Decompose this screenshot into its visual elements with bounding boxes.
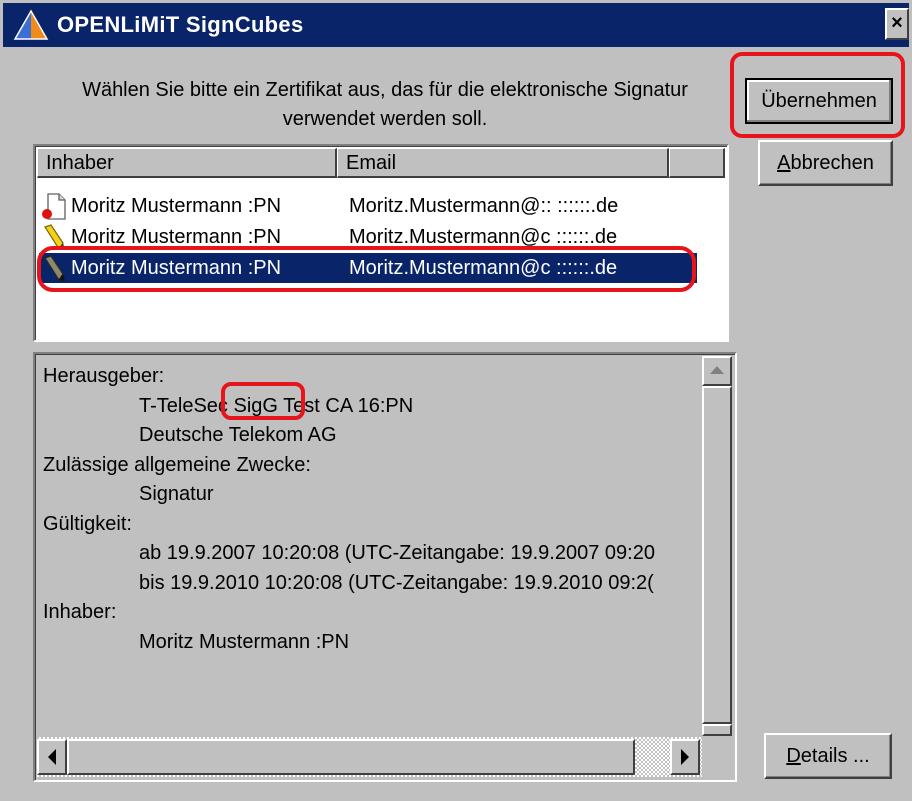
details-text: Herausgeber: T-TeleSec SigG Test CA 16:P…	[43, 362, 703, 657]
scrollbar-corner	[702, 737, 732, 777]
arrow-left-icon	[48, 749, 56, 765]
signature-pen-icon	[44, 255, 65, 282]
row-owner: Moritz Mustermann :PN	[71, 256, 282, 279]
scroll-left-button[interactable]	[37, 739, 67, 775]
horizontal-scroll-thumb[interactable]	[67, 739, 635, 775]
row-email: Moritz.Mustermann@c ::::::.de	[349, 225, 618, 248]
cancel-button-label: bbrechen	[790, 151, 874, 174]
row-owner: Moritz Mustermann :PN	[71, 194, 282, 217]
details-button[interactable]: Details ...	[764, 733, 892, 779]
apply-button[interactable]: Übernehmen	[745, 78, 893, 124]
scroll-down-button[interactable]	[702, 724, 732, 736]
arrow-up-icon	[710, 366, 724, 374]
column-header-email[interactable]: Email	[337, 148, 669, 178]
certificate-row-selected[interactable]: Moritz Mustermann :PN Moritz.Mustermann@…	[39, 253, 697, 283]
title-bar[interactable]: OPENLiMiT SignCubes ×	[3, 3, 909, 47]
cancel-accelerator: A	[777, 151, 791, 174]
column-header-owner[interactable]: Inhaber	[37, 148, 337, 178]
purpose-value: Signatur	[139, 483, 214, 505]
instruction-text: Wählen Sie bitte ein Zertifikat aus, das…	[82, 79, 688, 130]
vertical-scroll-thumb[interactable]	[702, 386, 732, 724]
certificate-row[interactable]: Moritz Mustermann :PN Moritz.Mustermann@…	[39, 191, 697, 221]
valid-to: bis 19.9.2010 10:20:08 (UTC-Zeitangabe: …	[139, 571, 654, 594]
row-email: Moritz.Mustermann@c ::::::.de	[349, 256, 618, 279]
issuer-label: Herausgeber:	[43, 365, 165, 387]
signature-pen-icon	[44, 224, 65, 251]
valid-from: ab 19.9.2007 10:20:08 (UTC-Zeitangabe: 1…	[139, 542, 655, 564]
issuer-name: T-TeleSec SigG Test CA 16:PN	[139, 394, 414, 417]
certificate-details[interactable]: Herausgeber: T-TeleSec SigG Test CA 16:P…	[33, 352, 737, 782]
cancel-button[interactable]: Abbrechen	[758, 140, 893, 186]
column-header-filler	[669, 148, 725, 178]
row-email: Moritz.Mustermann@:: ::::::.de	[349, 194, 619, 217]
close-button[interactable]: ×	[885, 8, 909, 40]
holder-label: Inhaber:	[43, 601, 117, 623]
certificate-list[interactable]: Inhaber Email Moritz Mustermann :PN Mori…	[33, 144, 729, 342]
row-owner: Moritz Mustermann :PN	[71, 225, 282, 248]
scroll-right-button[interactable]	[670, 739, 700, 775]
horizontal-scrollbar[interactable]	[37, 737, 702, 777]
openlimit-logo-icon	[13, 9, 49, 40]
scroll-up-button[interactable]	[702, 356, 732, 386]
signcubes-dialog: OPENLiMiT SignCubes × Wählen Sie bitte e…	[0, 0, 912, 801]
purpose-label: Zulässige allgemeine Zwecke:	[43, 453, 311, 476]
validity-label: Gültigkeit:	[43, 512, 132, 535]
vertical-scrollbar[interactable]	[702, 356, 732, 736]
close-icon: ×	[891, 12, 903, 34]
details-accelerator: D	[786, 744, 801, 767]
window-title: OPENLiMiT SignCubes	[57, 12, 304, 37]
arrow-right-icon	[681, 749, 689, 765]
holder-value: Moritz Mustermann :PN	[139, 630, 350, 653]
apply-button-label: Übernehmen	[761, 89, 877, 112]
certificate-red-icon	[42, 193, 66, 220]
list-header: Inhaber Email	[37, 148, 725, 178]
details-button-label: etails ...	[800, 744, 870, 767]
issuer-org: Deutsche Telekom AG	[139, 424, 337, 446]
certificate-row[interactable]: Moritz Mustermann :PN Moritz.Mustermann@…	[39, 222, 697, 252]
